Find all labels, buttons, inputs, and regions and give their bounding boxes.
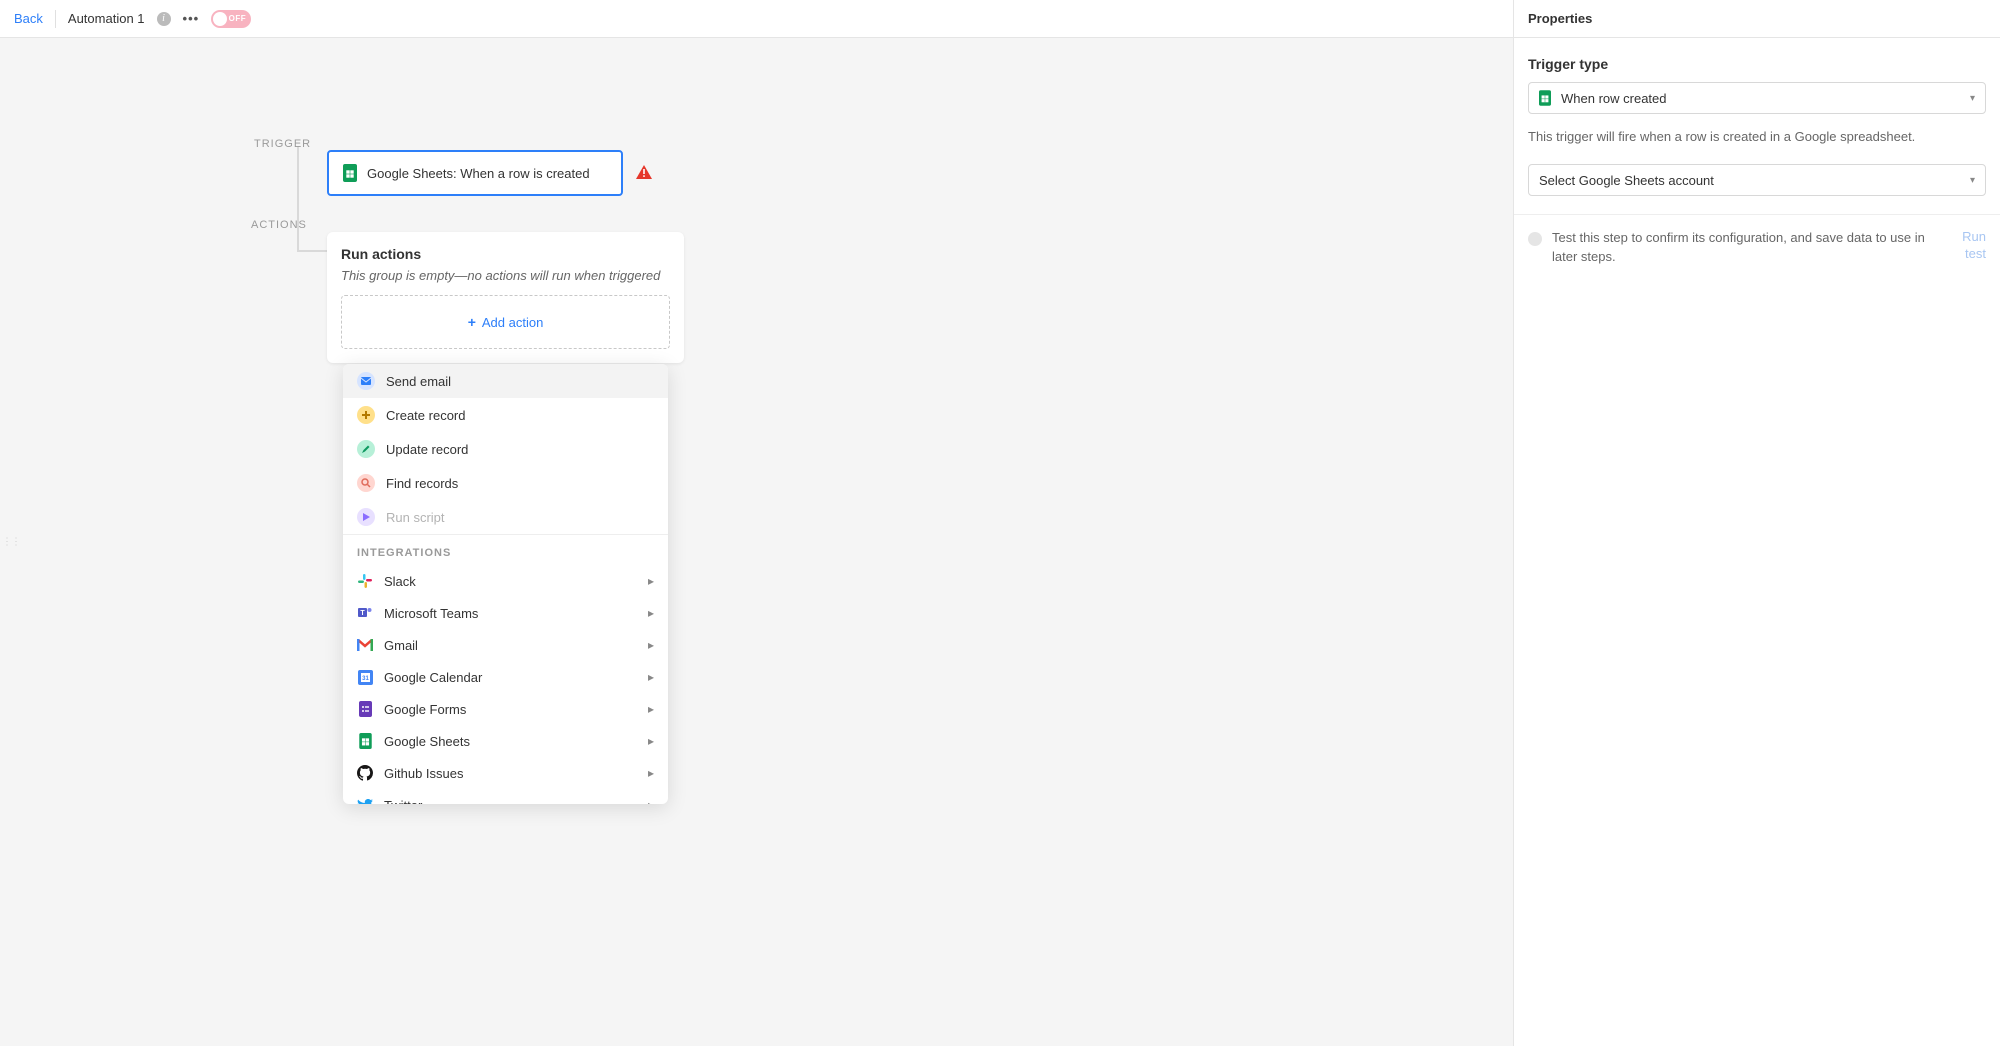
action-menu-item-label: Send email: [386, 374, 451, 389]
plus-icon: +: [468, 314, 476, 330]
chevron-right-icon: ▸: [648, 702, 654, 716]
trigger-type-value: When row created: [1561, 91, 1667, 106]
add-action-dropdown: Send email Create record Update record Find…: [343, 364, 668, 804]
svg-text:T: T: [360, 610, 365, 617]
gmail-icon: [357, 637, 373, 653]
google-sheets-icon: [343, 164, 357, 182]
topbar: Back Automation 1 i ••• OFF: [0, 0, 1513, 38]
automation-name[interactable]: Automation 1: [68, 11, 145, 26]
integration-menu-item-label: Gmail: [384, 638, 418, 653]
run-test-link[interactable]: Run test: [1946, 229, 1986, 263]
gforms-icon: [357, 701, 373, 717]
integration-menu-item[interactable]: 31 Google Calendar ▸: [343, 661, 668, 693]
integration-menu-item[interactable]: Github Issues ▸: [343, 757, 668, 789]
alert-icon[interactable]: [636, 165, 652, 183]
integration-menu-item[interactable]: Google Sheets ▸: [343, 725, 668, 757]
twitter-icon: [357, 797, 373, 804]
automation-toggle[interactable]: OFF: [211, 10, 251, 28]
account-select-value: Select Google Sheets account: [1539, 173, 1714, 188]
chevron-down-icon: ▾: [1970, 93, 1975, 104]
chevron-right-icon: ▸: [648, 766, 654, 780]
properties-panel: Properties Trigger type When row created…: [1513, 0, 2000, 1046]
integration-menu-item-label: Twitter: [384, 798, 422, 805]
panel-header: Properties: [1514, 0, 2000, 38]
action-menu-item[interactable]: Send email: [343, 364, 668, 398]
chevron-down-icon: ▾: [1970, 175, 1975, 186]
back-link[interactable]: Back: [14, 11, 43, 26]
run-actions-empty-message: This group is empty—no actions will run …: [341, 268, 670, 283]
action-menu-item-label: Run script: [386, 510, 445, 525]
google-sheets-icon: [1539, 90, 1551, 106]
action-menu-item[interactable]: Update record: [343, 432, 668, 466]
slack-icon: [357, 573, 373, 589]
trigger-card-title: Google Sheets: When a row is created: [367, 166, 590, 181]
toggle-label: OFF: [229, 14, 247, 23]
gsheets-icon: [357, 733, 373, 749]
plus-icon: [357, 406, 375, 424]
chevron-right-icon: ▸: [648, 798, 654, 804]
integration-menu-item-label: Slack: [384, 574, 416, 589]
gcal-icon: 31: [357, 669, 373, 685]
integration-menu-item-label: Microsoft Teams: [384, 606, 478, 621]
teams-icon: T: [357, 605, 373, 621]
pencil-icon: [357, 440, 375, 458]
chevron-right-icon: ▸: [648, 638, 654, 652]
trigger-help-text: This trigger will fire when a row is cre…: [1528, 128, 1986, 146]
trigger-type-select[interactable]: When row created ▾: [1528, 82, 1986, 114]
chevron-right-icon: ▸: [648, 574, 654, 588]
mail-icon: [357, 372, 375, 390]
action-menu-item-label: Create record: [386, 408, 465, 423]
integration-menu-item[interactable]: Gmail ▸: [343, 629, 668, 661]
chevron-right-icon: ▸: [648, 606, 654, 620]
integration-menu-item[interactable]: T Microsoft Teams ▸: [343, 597, 668, 629]
info-icon[interactable]: i: [157, 12, 171, 26]
trigger-type-label: Trigger type: [1528, 56, 1986, 72]
test-step-row: Test this step to confirm its configurat…: [1514, 214, 2000, 267]
search-icon: [357, 474, 375, 492]
drag-handle-icon[interactable]: ⋮⋮: [2, 537, 20, 548]
action-menu-item: Run script: [343, 500, 668, 534]
action-menu-item[interactable]: Find records: [343, 466, 668, 500]
svg-text:31: 31: [362, 676, 369, 682]
trigger-section-label: TRIGGER: [254, 138, 311, 150]
integration-menu-item-label: Google Calendar: [384, 670, 482, 685]
integration-menu-item-label: Google Sheets: [384, 734, 470, 749]
connector: [297, 146, 299, 252]
account-select[interactable]: Select Google Sheets account ▾: [1528, 164, 1986, 196]
integrations-header: INTEGRATIONS: [343, 534, 668, 565]
action-menu-item[interactable]: Create record: [343, 398, 668, 432]
automation-canvas: ⋮⋮ TRIGGER ACTIONS Google Sheets: When a…: [0, 38, 1513, 1046]
trigger-card[interactable]: Google Sheets: When a row is created: [327, 150, 623, 196]
integration-menu-item-label: Github Issues: [384, 766, 464, 781]
actions-card: Run actions This group is empty—no actio…: [327, 232, 684, 363]
status-dot-icon: [1528, 232, 1542, 246]
chevron-right-icon: ▸: [648, 734, 654, 748]
chevron-right-icon: ▸: [648, 670, 654, 684]
integration-menu-item-label: Google Forms: [384, 702, 466, 717]
github-icon: [357, 765, 373, 781]
test-step-text: Test this step to confirm its configurat…: [1552, 229, 1936, 267]
integration-menu-item[interactable]: Twitter ▸: [343, 789, 668, 804]
integration-menu-item[interactable]: Google Forms ▸: [343, 693, 668, 725]
add-action-label: Add action: [482, 315, 543, 330]
add-action-button[interactable]: + Add action: [341, 295, 670, 349]
run-actions-title: Run actions: [341, 246, 670, 262]
actions-section-label: ACTIONS: [251, 219, 307, 231]
action-menu-item-label: Find records: [386, 476, 458, 491]
separator: [55, 10, 56, 28]
integration-menu-item[interactable]: Slack ▸: [343, 565, 668, 597]
more-menu-icon[interactable]: •••: [183, 11, 200, 26]
action-menu-item-label: Update record: [386, 442, 468, 457]
connector: [297, 250, 327, 252]
play-icon: [357, 508, 375, 526]
